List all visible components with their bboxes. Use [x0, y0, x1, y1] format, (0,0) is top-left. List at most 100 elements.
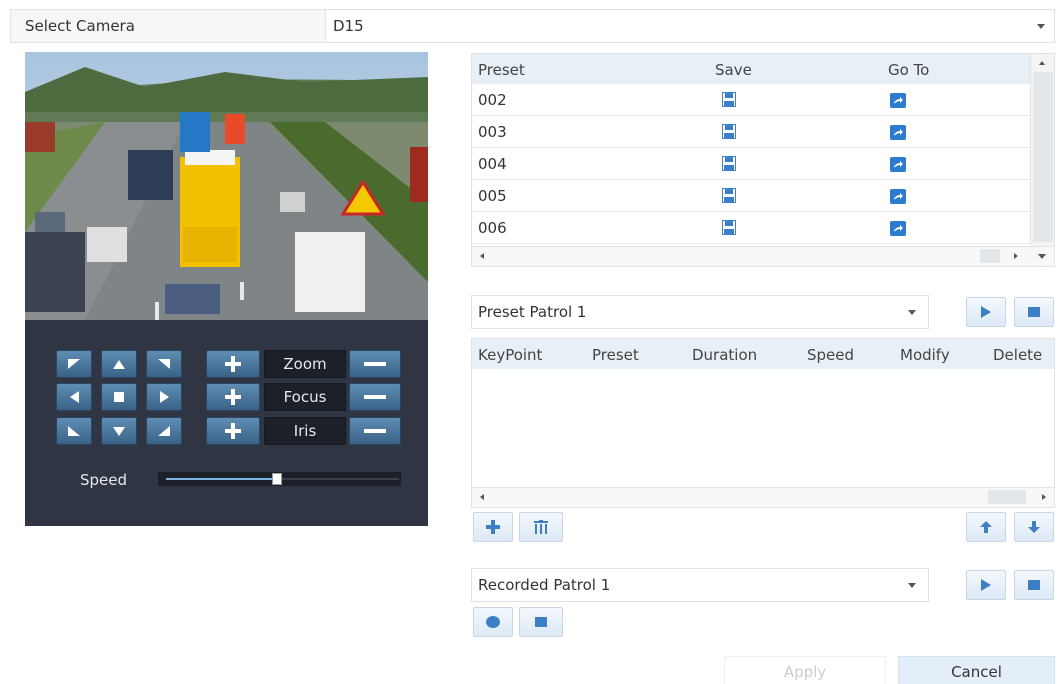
recorded-patrol-value: Recorded Patrol 1 [478, 576, 611, 594]
preset-table-hscroll[interactable] [472, 246, 1054, 266]
preset-number: 003 [478, 123, 507, 141]
ptz-down-right-button[interactable] [146, 417, 182, 445]
iris-open-button[interactable] [206, 417, 260, 445]
preset-patrol-value: Preset Patrol 1 [478, 303, 587, 321]
arrow-right-icon [159, 391, 169, 403]
goto-icon[interactable] [890, 189, 906, 208]
scroll-left-icon[interactable] [480, 253, 484, 259]
ptz-up-left-button[interactable] [56, 350, 92, 378]
patrol-keypoint-table: KeyPoint Preset Duration Speed Modify De… [471, 338, 1055, 508]
arrow-down-right-icon [158, 426, 170, 436]
scroll-right-icon[interactable] [1042, 494, 1046, 500]
preset-number: 002 [478, 91, 507, 109]
hscroll-thumb[interactable] [980, 249, 1000, 263]
goto-icon[interactable] [890, 221, 906, 240]
zoom-out-button[interactable] [349, 350, 401, 378]
preset-table-header: Preset Save Go To [472, 54, 1030, 84]
patrol-table-header: KeyPoint Preset Duration Speed Modify De… [472, 339, 1054, 369]
ptz-up-right-button[interactable] [146, 350, 182, 378]
chevron-down-icon[interactable] [908, 310, 916, 315]
goto-icon[interactable] [890, 93, 906, 112]
save-icon[interactable] [722, 220, 736, 239]
ptz-down-left-button[interactable] [56, 417, 92, 445]
speed-label: Speed [80, 471, 128, 489]
patrol-table-hscroll[interactable] [472, 487, 1054, 507]
duration-column-header: Duration [692, 346, 758, 364]
chevron-down-icon[interactable] [908, 583, 916, 588]
play-icon [981, 579, 991, 591]
arrow-up-icon [113, 359, 125, 369]
apply-button[interactable]: Apply [724, 656, 886, 684]
recorded-patrol-select[interactable]: Recorded Patrol 1 [471, 568, 929, 602]
arrow-up-left-icon [68, 359, 80, 369]
plus-icon [225, 423, 241, 439]
save-icon[interactable] [722, 156, 736, 175]
preset-patrol-play-button[interactable] [966, 297, 1006, 327]
preset-patrol-select[interactable]: Preset Patrol 1 [471, 295, 929, 329]
arrow-left-icon [69, 391, 79, 403]
record-button[interactable] [473, 607, 513, 637]
camera-select-row: Select Camera D15 [10, 9, 1055, 43]
speed-slider-thumb[interactable] [272, 473, 282, 485]
move-up-button[interactable] [966, 512, 1006, 542]
focus-near-button[interactable] [206, 383, 260, 411]
save-column-header: Save [715, 61, 752, 79]
scroll-left-icon[interactable] [480, 494, 484, 500]
speed-slider[interactable] [158, 472, 401, 486]
save-icon[interactable] [722, 124, 736, 143]
preset-table-vscroll[interactable] [1030, 54, 1054, 266]
delete-column-header: Delete [993, 346, 1043, 364]
save-icon[interactable] [722, 188, 736, 207]
preset-column-header: Preset [478, 61, 525, 79]
iris-label: Iris [264, 417, 346, 445]
keypoint-column-header: KeyPoint [478, 346, 543, 364]
chevron-down-icon[interactable] [1037, 24, 1045, 29]
recorded-patrol-stop-button[interactable] [1014, 570, 1054, 600]
move-down-button[interactable] [1014, 512, 1054, 542]
play-icon [981, 306, 991, 318]
delete-keypoint-button[interactable] [519, 512, 563, 542]
cancel-button[interactable]: Cancel [898, 656, 1055, 684]
preset-row[interactable]: 003 [472, 116, 1030, 148]
ptz-right-button[interactable] [146, 383, 182, 411]
recorded-patrol-play-button[interactable] [966, 570, 1006, 600]
vscroll-thumb[interactable] [1033, 72, 1053, 242]
focus-far-button[interactable] [349, 383, 401, 411]
preset-table: Preset Save Go To 002 003 004 005 006 [471, 53, 1055, 267]
camera-select-value[interactable]: D15 [333, 17, 364, 35]
ptz-center-button[interactable] [101, 383, 137, 411]
stop-icon [535, 617, 547, 627]
save-icon[interactable] [722, 92, 736, 111]
stop-icon [1028, 307, 1040, 317]
preset-row[interactable]: 006 [472, 212, 1030, 244]
preset-number: 006 [478, 219, 507, 237]
zoom-in-button[interactable] [206, 350, 260, 378]
preset-patrol-stop-button[interactable] [1014, 297, 1054, 327]
scroll-up-icon[interactable] [1039, 61, 1045, 65]
stop-icon [114, 392, 124, 402]
record-stop-button[interactable] [519, 607, 563, 637]
preset-row[interactable]: 004 [472, 148, 1030, 180]
plus-icon [225, 389, 241, 405]
ptz-left-button[interactable] [56, 383, 92, 411]
goto-icon[interactable] [890, 157, 906, 176]
preset-row[interactable]: 002 [472, 84, 1030, 116]
camera-live-view [25, 52, 428, 320]
arrow-down-left-icon [68, 426, 80, 436]
iris-close-button[interactable] [349, 417, 401, 445]
goto-icon[interactable] [890, 125, 906, 144]
ptz-down-button[interactable] [101, 417, 137, 445]
speed-column-header: Speed [807, 346, 855, 364]
minus-icon [364, 395, 386, 399]
preset-row[interactable]: 005 [472, 180, 1030, 212]
scroll-down-icon[interactable] [1038, 254, 1046, 259]
minus-icon [364, 362, 386, 366]
preset-number: 005 [478, 187, 507, 205]
goto-column-header: Go To [888, 61, 930, 79]
scroll-right-icon[interactable] [1014, 253, 1018, 259]
add-keypoint-button[interactable] [473, 512, 513, 542]
arrow-down-icon [113, 426, 125, 436]
ptz-up-button[interactable] [101, 350, 137, 378]
hscroll-thumb[interactable] [988, 490, 1026, 504]
focus-label: Focus [264, 383, 346, 411]
